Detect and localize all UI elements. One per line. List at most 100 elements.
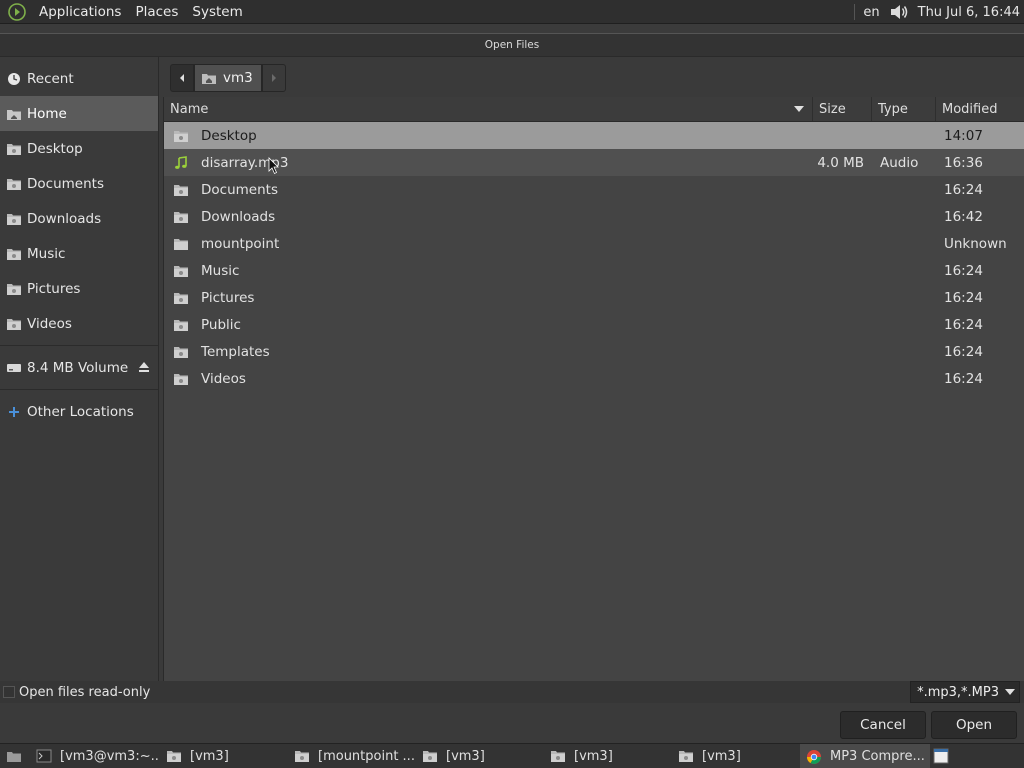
path-bar: vm3 <box>164 62 286 94</box>
path-crumb-label: vm3 <box>223 70 253 86</box>
system-tray: en Thu Jul 6, 16:44 <box>846 0 1020 24</box>
taskbar-item-label: MP3 Compre... <box>830 748 925 764</box>
file-modified: Unknown <box>944 235 1007 252</box>
file-name: Music <box>201 262 240 279</box>
plus-icon <box>6 405 22 419</box>
file-row[interactable]: Documents 16:24 <box>164 176 1024 203</box>
mate-logo-icon[interactable] <box>8 2 26 21</box>
read-only-option[interactable]: Open files read-only <box>0 681 1024 703</box>
keyboard-layout-indicator[interactable]: en <box>863 5 879 20</box>
sidebar-item-music[interactable]: Music <box>0 236 158 271</box>
file-row[interactable]: Desktop 14:07 <box>164 122 1024 149</box>
taskbar-item-label: [vm3@vm3:~... <box>60 748 160 764</box>
path-forward-button[interactable] <box>261 64 286 92</box>
tray-separator <box>854 4 856 20</box>
folder-icon <box>173 372 189 386</box>
file-row[interactable]: Templates 16:24 <box>164 338 1024 365</box>
cancel-button[interactable]: Cancel <box>840 711 926 739</box>
open-files-dialog: Open Files Recent Home Desktop Documents Dow… <box>0 33 1024 744</box>
eject-icon[interactable] <box>138 361 150 373</box>
sort-descending-icon <box>794 106 804 112</box>
recent-icon <box>6 72 22 86</box>
file-modified: 16:24 <box>944 370 983 387</box>
sidebar-item-recent[interactable]: Recent <box>0 61 158 96</box>
taskbar-item[interactable]: [vm3] <box>160 744 288 768</box>
taskbar-item[interactable]: [vm3] <box>672 744 800 768</box>
column-type[interactable]: Type <box>872 97 936 121</box>
open-button[interactable]: Open <box>931 711 1017 739</box>
clock[interactable]: Thu Jul 6, 16:44 <box>918 5 1020 20</box>
file-name: mountpoint <box>201 235 280 252</box>
sidebar-item-label: Documents <box>27 175 104 192</box>
sidebar-item-downloads[interactable]: Downloads <box>0 201 158 236</box>
taskbar-item[interactable]: [vm3@vm3:~... <box>30 744 160 768</box>
sidebar-separator <box>0 345 158 346</box>
folder-icon <box>173 183 189 197</box>
sidebar-item-pictures[interactable]: Pictures <box>0 271 158 306</box>
column-size[interactable]: Size <box>813 97 872 121</box>
file-row[interactable]: disarray.mp3 4.0 MB Audio 16:36 <box>164 149 1024 176</box>
window-icon <box>933 748 949 764</box>
mouse-pointer-icon <box>268 157 280 175</box>
taskbar-item[interactable]: [vm3] <box>544 744 672 768</box>
file-modified: 16:24 <box>944 316 983 333</box>
file-row[interactable]: Downloads 16:42 <box>164 203 1024 230</box>
folder-icon <box>173 291 189 305</box>
taskbar-item[interactable]: MP3 Compre... <box>800 744 930 768</box>
file-modified: 14:07 <box>944 127 983 144</box>
column-modified-label: Modified <box>942 101 998 117</box>
sidebar-item-label: Recent <box>27 70 74 87</box>
file-row[interactable]: Music 16:24 <box>164 257 1024 284</box>
show-desktop-button[interactable] <box>0 744 30 768</box>
folder-icon <box>6 247 22 261</box>
file-filter-select[interactable]: *.mp3,*.MP3 <box>910 681 1020 703</box>
folder-icon <box>550 749 566 763</box>
taskbar-item[interactable]: [vm3] <box>416 744 544 768</box>
taskbar-item-label: [vm3] <box>702 748 741 764</box>
dialog-title: Open Files <box>0 34 1024 57</box>
taskbar-item[interactable]: [mountpoint ... <box>288 744 416 768</box>
column-name-label: Name <box>170 101 209 117</box>
file-type: Audio <box>880 154 919 171</box>
column-name[interactable]: Name <box>164 97 813 121</box>
places-menu[interactable]: Places <box>128 4 185 20</box>
file-name: Templates <box>201 343 270 360</box>
taskbar-item-label: [vm3] <box>190 748 229 764</box>
home-folder-icon <box>6 107 22 121</box>
file-filter-value: *.mp3,*.MP3 <box>917 684 999 700</box>
file-row[interactable]: Pictures 16:24 <box>164 284 1024 311</box>
sidebar-item-label: Desktop <box>27 140 83 157</box>
file-row[interactable]: Public 16:24 <box>164 311 1024 338</box>
taskbar-item-label: [vm3] <box>574 748 613 764</box>
path-back-button[interactable] <box>170 64 194 92</box>
chevron-right-icon <box>271 74 276 82</box>
folder-icon <box>294 749 310 763</box>
volume-icon[interactable] <box>888 2 910 22</box>
sidebar-item-other-locations[interactable]: Other Locations <box>0 394 158 429</box>
file-size: 4.0 MB <box>817 154 864 171</box>
file-modified: 16:24 <box>944 289 983 306</box>
read-only-checkbox[interactable] <box>3 686 15 698</box>
sidebar-item-videos[interactable]: Videos <box>0 306 158 341</box>
sidebar-item-label: Home <box>27 105 67 122</box>
file-modified: 16:24 <box>944 343 983 360</box>
window-list-button[interactable] <box>930 744 952 768</box>
sidebar-item-home[interactable]: Home <box>0 96 158 131</box>
column-modified[interactable]: Modified <box>936 97 1024 121</box>
folder-icon <box>6 142 22 156</box>
applications-menu[interactable]: Applications <box>32 4 128 20</box>
sidebar-item-documents[interactable]: Documents <box>0 166 158 201</box>
sidebar-separator <box>0 389 158 390</box>
column-header: Name Size Type Modified <box>164 97 1024 122</box>
folder-icon <box>173 345 189 359</box>
path-crumb-vm3[interactable]: vm3 <box>194 64 262 92</box>
sidebar-item-desktop[interactable]: Desktop <box>0 131 158 166</box>
sidebar-item-label: Pictures <box>27 280 81 297</box>
file-row[interactable]: mountpoint Unknown <box>164 230 1024 257</box>
folder-icon <box>6 212 22 226</box>
file-name: Documents <box>201 181 278 198</box>
system-menu[interactable]: System <box>185 4 249 20</box>
sidebar-item-volume[interactable]: 8.4 MB Volume <box>0 350 158 385</box>
file-row[interactable]: Videos 16:24 <box>164 365 1024 392</box>
file-name: Videos <box>201 370 246 387</box>
